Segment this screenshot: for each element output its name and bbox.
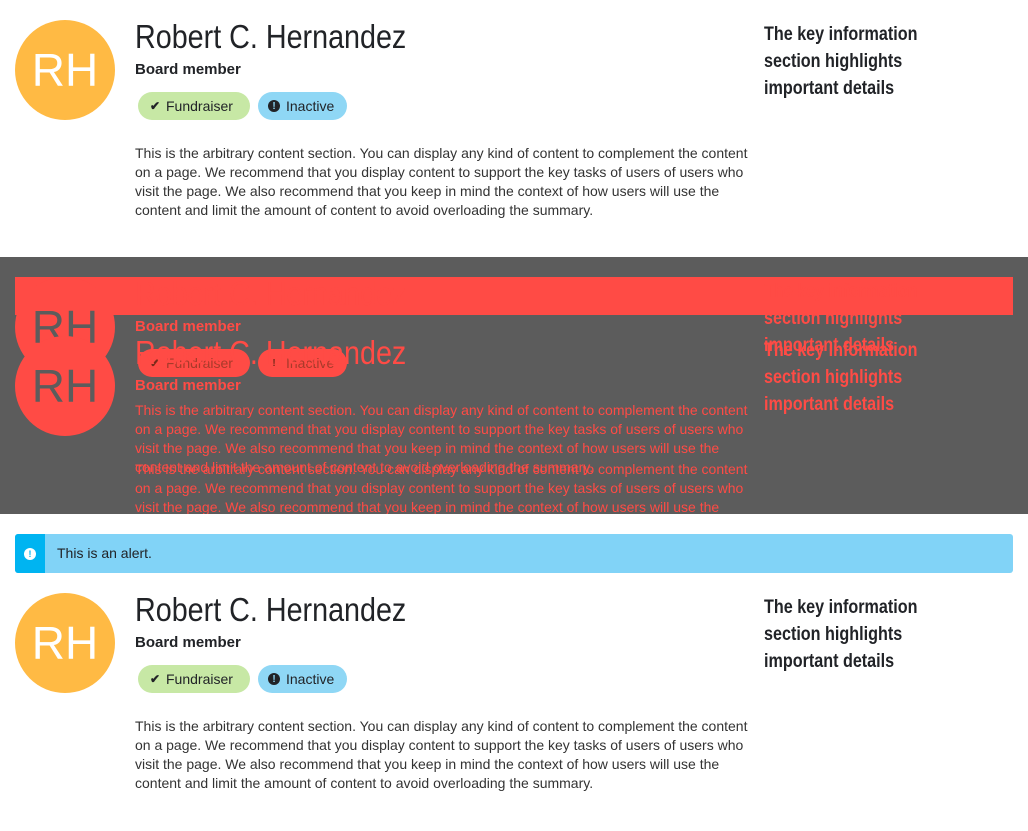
badge-group: ✔ Fundraiser ! Inactive [138, 92, 347, 120]
check-icon: ✔ [149, 99, 161, 113]
alert: ! This is an alert. [15, 534, 1013, 573]
summary-title: Board member [135, 61, 241, 78]
check-icon: ✔ [149, 672, 161, 686]
avatar: RH [15, 20, 115, 120]
status-badge-fundraiser: ✔ Fundraiser [138, 665, 250, 693]
badge-label: Inactive [286, 671, 335, 687]
status-badge-inactive: ! Inactive [258, 92, 347, 120]
avatar: RH [15, 593, 115, 693]
exclamation-circle-icon: ! [268, 673, 280, 685]
avatar: RH [15, 336, 115, 436]
key-info: The key information section highlights i… [764, 597, 918, 672]
summary-name: Robert C. Hernandez [135, 18, 407, 55]
summary-content: This is the arbitrary content section. Y… [135, 461, 748, 514]
status-badge-fundraiser: ✔ Fundraiser [138, 92, 250, 120]
summary-title: Board member [135, 377, 241, 394]
page-summary-ghost-2: RH Robert C. Hernandez Board member This… [0, 316, 1028, 514]
badge-label: Fundraiser [166, 98, 233, 114]
summary-content: This is the arbitrary content section. Y… [135, 718, 748, 791]
summary-content: This is the arbitrary content section. Y… [135, 145, 748, 218]
summary-name: Robert C. Hernandez [135, 275, 407, 312]
summary-name: Robert C. Hernandez [135, 591, 407, 628]
exclamation-circle-icon: ! [24, 547, 36, 560]
exclamation-circle-icon: ! [268, 100, 280, 112]
page-summary-1: RH Robert C. Hernandez Board member ✔ Fu… [0, 0, 1028, 258]
key-info: The key information section highlights i… [764, 340, 918, 415]
badge-group: ✔ Fundraiser ! Inactive [138, 665, 347, 693]
summary-name: Robert C. Hernandez [135, 334, 407, 371]
alert-accent: ! [15, 534, 45, 573]
summary-title: Board member [135, 634, 241, 651]
alert-text: This is an alert. [57, 545, 152, 561]
overlay-highlight: RH Robert C. Hernandez Board member ✔ Fu… [0, 257, 1028, 514]
key-info: The key information section highlights i… [764, 24, 918, 99]
page-summary-3: RH Robert C. Hernandez Board member ✔ Fu… [0, 573, 1028, 831]
badge-label: Fundraiser [166, 671, 233, 687]
status-badge-inactive: ! Inactive [258, 665, 347, 693]
badge-label: Inactive [286, 98, 335, 114]
